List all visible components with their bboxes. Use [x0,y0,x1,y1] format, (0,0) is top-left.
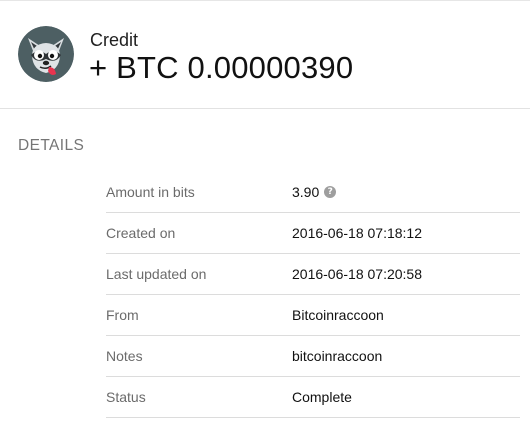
detail-row-notes: Notes bitcoinraccoon [106,336,520,377]
transaction-amount: + BTC 0.00000390 [89,50,354,85]
detail-row-amount-in-bits: Amount in bits 3.90 ? [106,172,520,213]
details-section-title: DETAILS [18,137,85,154]
detail-value: 2016-06-18 07:20:58 [292,266,422,282]
amount-in-bits-value: 3.90 [292,184,320,200]
detail-value: bitcoinraccoon [292,348,383,364]
detail-row-from: From Bitcoinraccoon [106,295,520,336]
detail-label: Amount in bits [106,184,195,200]
detail-label: Notes [106,348,143,364]
detail-row-last-updated-on: Last updated on 2016-06-18 07:20:58 [106,254,520,295]
detail-value: Bitcoinraccoon [292,307,384,323]
detail-value: 3.90 ? [292,184,337,200]
detail-row-created-on: Created on 2016-06-18 07:18:12 [106,213,520,254]
detail-row-status: Status Complete [106,377,520,418]
detail-label: Status [106,389,146,405]
help-icon[interactable]: ? [324,186,337,198]
transaction-header: Credit + BTC 0.00000390 [0,1,530,109]
detail-label: Created on [106,225,176,241]
details-list: Amount in bits 3.90 ? Created on 2016-06… [106,172,520,418]
detail-value: 2016-06-18 07:18:12 [292,225,422,241]
detail-label: From [106,307,139,323]
transaction-type: Credit [90,30,139,50]
detail-value: Complete [292,389,352,405]
raccoon-avatar-icon [18,26,74,82]
detail-label: Last updated on [106,266,207,282]
